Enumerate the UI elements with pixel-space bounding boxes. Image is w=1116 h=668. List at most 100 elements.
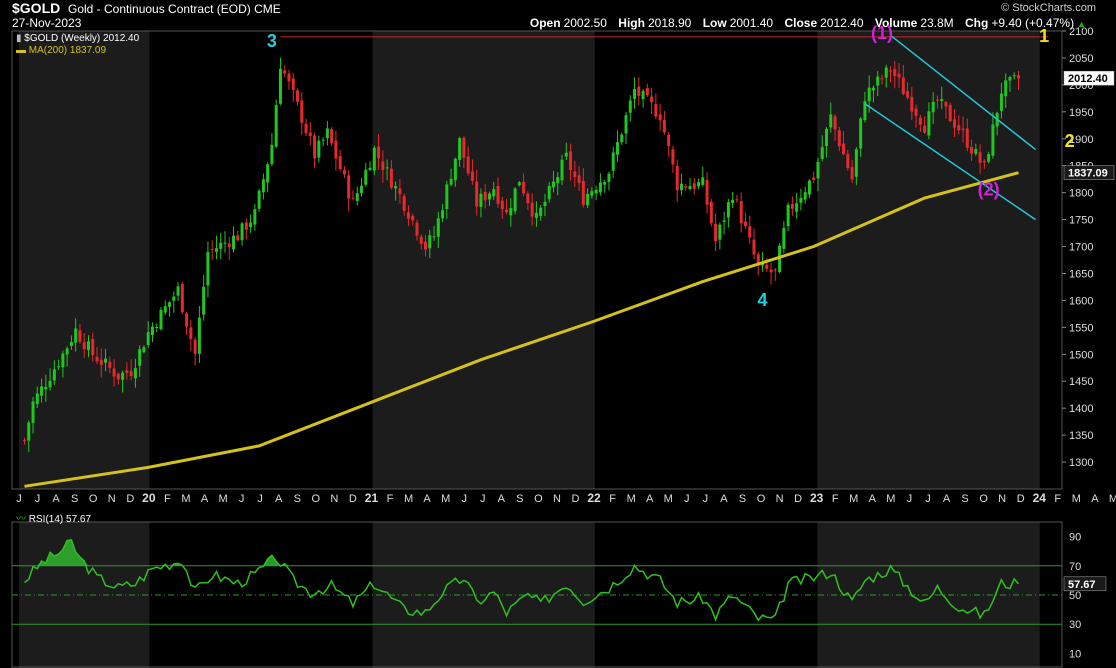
rsi-legend-label: RSI(14) 57.67	[28, 514, 92, 525]
candle-up	[219, 242, 223, 249]
candle-up	[884, 67, 888, 78]
candle-up	[807, 180, 811, 195]
month-tick-label: M	[886, 493, 895, 505]
candle-up	[240, 223, 244, 241]
candle-down	[765, 264, 769, 269]
candle-down	[573, 171, 577, 177]
wave-label: (2)	[978, 179, 1000, 199]
month-tick-label: 24	[1033, 491, 1047, 505]
candle-up	[321, 139, 325, 141]
candle-up	[436, 218, 440, 237]
rsi-tick-label: 70	[1069, 561, 1081, 573]
month-tick-label: 22	[587, 491, 601, 505]
candle-down	[752, 239, 756, 255]
candle-down	[185, 313, 189, 327]
month-tick-label: J	[480, 493, 486, 505]
month-tick-label: M	[627, 493, 636, 505]
month-tick-label: A	[720, 493, 728, 505]
candle-down	[923, 125, 927, 133]
candle-up	[598, 182, 602, 193]
candle-up	[624, 115, 628, 134]
month-tick-label: J	[239, 493, 245, 505]
candle-up	[987, 154, 991, 162]
candle-down	[505, 209, 509, 213]
candle-up	[620, 134, 624, 143]
candle-up	[325, 128, 329, 139]
rsi-year-band	[817, 522, 1040, 668]
candle-up	[611, 152, 615, 171]
month-tick-label: S	[71, 493, 78, 505]
candle-up	[385, 167, 389, 169]
candle-down	[308, 132, 312, 137]
candle-up	[197, 317, 201, 354]
candle-up	[355, 193, 359, 201]
candle-up	[86, 341, 90, 351]
candle-up	[432, 236, 436, 238]
wave-label: 4	[758, 290, 768, 310]
candle-down	[906, 91, 910, 98]
price-tick-label: 1400	[1069, 403, 1093, 415]
candle-down	[95, 356, 99, 362]
candle-up	[159, 309, 163, 330]
candle-down	[569, 151, 573, 171]
candle-down	[398, 188, 402, 195]
candle-down	[692, 183, 696, 189]
candle-up	[52, 369, 56, 381]
candle-up	[564, 152, 568, 157]
month-tick-label: M	[441, 493, 450, 505]
candle-down	[833, 116, 837, 130]
candle-down	[496, 185, 500, 204]
candle-down	[893, 68, 897, 77]
candle-down	[684, 186, 688, 188]
month-tick-label: A	[1091, 493, 1099, 505]
month-tick-label: A	[869, 493, 877, 505]
candle-up	[257, 190, 261, 209]
candle-up	[590, 191, 594, 196]
candle-down	[82, 342, 86, 349]
candle-up	[859, 118, 863, 149]
year-band	[817, 31, 1040, 489]
candle-up	[876, 76, 880, 86]
month-tick-label: M	[181, 493, 190, 505]
candle-down	[381, 161, 385, 170]
candle-up	[232, 235, 236, 250]
candle-up	[372, 147, 376, 171]
candle-down	[709, 201, 713, 224]
candle-up	[991, 124, 995, 156]
candle-down	[918, 117, 922, 125]
candle-up	[394, 186, 398, 189]
rsi-value-tag-label: 57.67	[1068, 579, 1096, 591]
candle-down	[675, 165, 679, 191]
candle-down	[112, 368, 116, 377]
candle-up	[31, 401, 35, 424]
candle-up	[799, 197, 803, 203]
candle-down	[982, 160, 986, 163]
ma-value-tag-label: 1837.09	[1068, 168, 1108, 180]
candle-up	[517, 182, 521, 186]
month-tick-label: M	[218, 493, 227, 505]
candle-up	[867, 87, 871, 102]
year-band	[19, 31, 150, 489]
month-tick-label: M	[1072, 493, 1081, 505]
candle-down	[99, 359, 103, 365]
candle-up	[509, 208, 513, 216]
price-tick-label: 1650	[1069, 268, 1093, 280]
month-tick-label: F	[387, 493, 394, 505]
candle-down	[948, 104, 952, 122]
month-tick-label: D	[126, 493, 134, 505]
candle-down	[526, 193, 530, 204]
candle-up	[786, 204, 790, 227]
month-tick-label: O	[89, 493, 98, 505]
candle-up	[27, 422, 31, 441]
candle-down	[287, 73, 291, 82]
candle-down	[773, 269, 777, 271]
month-tick-label: F	[1054, 493, 1061, 505]
candle-down	[347, 175, 351, 199]
candle-icon: ▮	[16, 33, 22, 44]
month-tick-label: N	[998, 493, 1006, 505]
candle-up	[820, 147, 824, 159]
candle-down	[411, 215, 415, 221]
last-price-tag-label: 2012.40	[1068, 73, 1108, 85]
candle-down	[662, 120, 666, 133]
candle-up	[172, 296, 176, 301]
